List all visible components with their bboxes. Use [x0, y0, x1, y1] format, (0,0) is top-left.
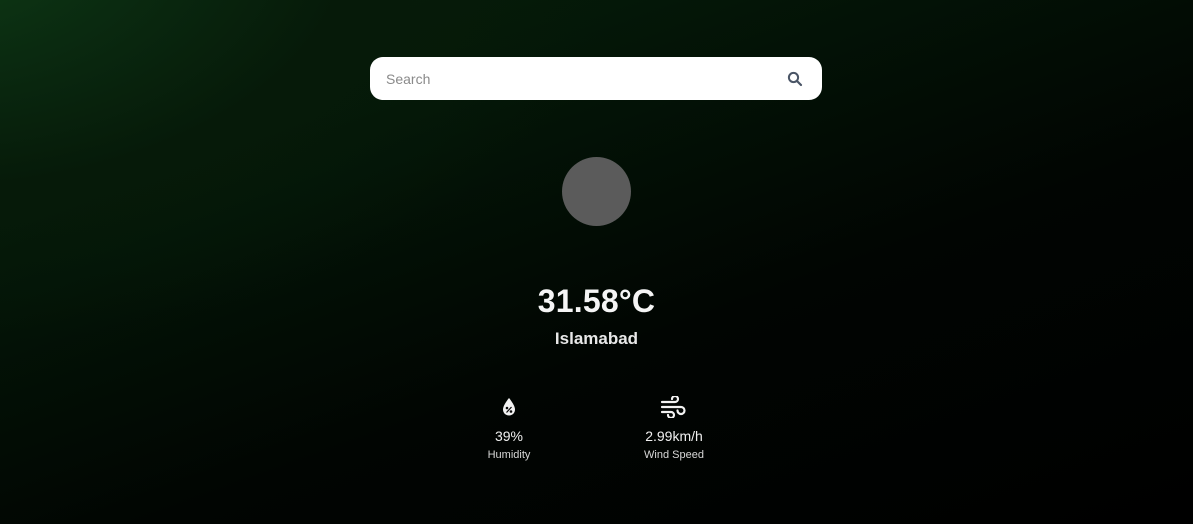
weather-condition-icon — [562, 157, 631, 226]
humidity-value: 39% — [494, 428, 524, 444]
city-name: Islamabad — [554, 329, 639, 348]
search-button[interactable] — [784, 68, 806, 90]
humidity-stat: 39% Humidity — [439, 395, 579, 461]
temperature: 31.58°C — [537, 283, 656, 319]
search-bar — [370, 57, 822, 100]
wind-stat: 2.99km/h Wind Speed — [604, 395, 744, 461]
search-icon — [787, 71, 803, 86]
search-input[interactable] — [386, 57, 784, 100]
humidity-icon — [503, 398, 515, 416]
humidity-label: Humidity — [487, 449, 531, 461]
wind-speed-label: Wind Speed — [644, 449, 704, 461]
wind-speed-value: 2.99km/h — [645, 428, 703, 444]
wind-icon — [660, 396, 686, 418]
